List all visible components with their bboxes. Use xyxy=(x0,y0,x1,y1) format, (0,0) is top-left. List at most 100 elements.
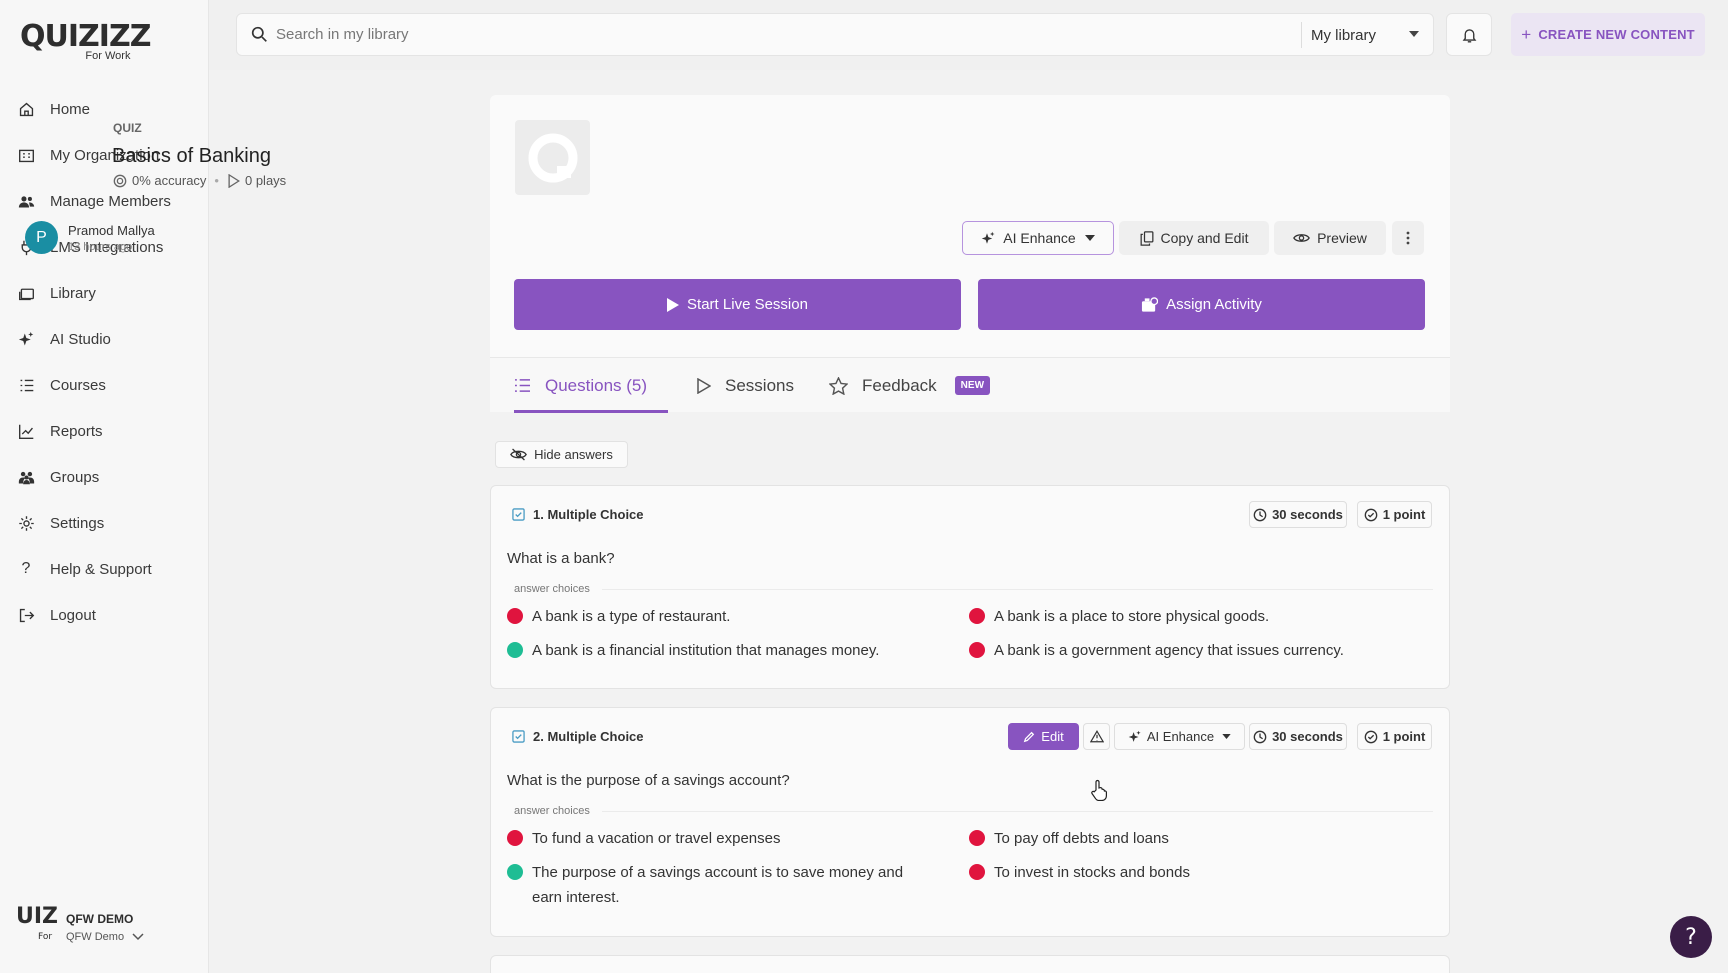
answer-choice: To pay off debts and loans xyxy=(969,826,1399,851)
clock-icon xyxy=(1253,508,1267,521)
checkbox-icon xyxy=(512,730,525,743)
sidebar-item-groups[interactable]: Groups xyxy=(0,454,209,500)
time-limit-badge[interactable]: 30 seconds xyxy=(1249,723,1347,750)
answer-choice-text: The purpose of a savings account is to s… xyxy=(532,864,904,906)
hide-answers-label: Hide answers xyxy=(534,447,613,462)
sidebar-item-label: Library xyxy=(50,284,96,302)
incorrect-indicator xyxy=(969,642,985,658)
correct-indicator xyxy=(507,864,523,880)
library-scope-label: My library xyxy=(1311,26,1377,44)
answer-choice-text: To fund a vacation or travel expenses xyxy=(532,830,781,847)
avatar[interactable]: P xyxy=(25,221,58,254)
caret-down-icon xyxy=(1084,235,1095,241)
answer-choices-label: answer choices xyxy=(507,805,1433,817)
sidebar-item-logout[interactable]: Logout xyxy=(0,592,209,638)
pencil-icon xyxy=(1023,731,1035,742)
tab-sessions[interactable]: Sessions xyxy=(697,358,794,413)
organization-name: QFW DEMO xyxy=(66,911,134,926)
organization-logo-sub: For xyxy=(38,932,53,942)
answer-choice: To invest in stocks and bonds xyxy=(969,860,1399,885)
sparkle-icon xyxy=(982,231,995,244)
sparkle-icon xyxy=(1128,730,1141,742)
answer-choice: A bank is a financial institution that m… xyxy=(507,638,937,663)
answer-choices-label: answer choices xyxy=(507,583,1433,595)
sidebar-item-help-support[interactable]: ? Help & Support xyxy=(0,546,209,592)
updated-time: 13 hours ago xyxy=(68,240,133,253)
sidebar-item-label: Settings xyxy=(50,514,105,532)
assign-activity-label: Assign Activity xyxy=(1166,296,1262,313)
notifications-button[interactable] xyxy=(1446,13,1492,56)
points-badge[interactable]: 1 point xyxy=(1357,723,1432,750)
preview-button[interactable]: Preview xyxy=(1274,221,1386,255)
quizizz-logo[interactable]: QUIZIZZ For Work xyxy=(20,22,151,63)
question-type-label: 2. Multiple Choice xyxy=(533,729,644,744)
sidebar-item-label: Manage Members xyxy=(50,192,171,210)
incorrect-indicator xyxy=(969,864,985,880)
ai-enhance-question-button[interactable]: AI Enhance xyxy=(1114,723,1245,750)
search-input[interactable] xyxy=(276,26,1276,43)
organization-switcher[interactable]: UIZI For QFW DEMO QFW Demo xyxy=(16,906,144,948)
accuracy-icon xyxy=(113,174,127,187)
plays-text: 0 plays xyxy=(244,173,287,188)
sidebar-item-home[interactable]: Home xyxy=(0,86,209,132)
check-circle-icon xyxy=(1364,508,1378,521)
question-card: 1. Multiple Choice 30 seconds 1 point Wh… xyxy=(490,485,1450,689)
assign-activity-button[interactable]: Assign Activity xyxy=(978,279,1425,330)
caret-down-icon xyxy=(1222,734,1231,739)
hide-answers-button[interactable]: Hide answers xyxy=(495,441,628,468)
clock-icon xyxy=(1253,730,1267,743)
incorrect-indicator xyxy=(969,608,985,624)
star-icon xyxy=(829,376,848,395)
correct-indicator xyxy=(507,642,523,658)
create-new-content-button[interactable]: + CREATE NEW CONTENT xyxy=(1511,13,1705,56)
more-options-button[interactable] xyxy=(1392,221,1424,255)
members-icon xyxy=(16,191,36,211)
new-badge: NEW xyxy=(954,376,991,395)
sidebar-item-label: AI Studio xyxy=(50,330,111,348)
sidebar-item-reports[interactable]: Reports xyxy=(0,408,209,454)
logout-icon xyxy=(16,605,36,625)
content-tabs: Questions (5) Sessions Feedback NEW xyxy=(490,357,1450,413)
copy-icon xyxy=(1140,230,1153,246)
time-limit-badge[interactable]: 30 seconds xyxy=(1249,501,1347,528)
ai-enhance-label: AI Enhance xyxy=(1003,230,1076,246)
organization-icon xyxy=(16,145,36,165)
sidebar-item-label: Reports xyxy=(50,422,103,440)
sidebar-item-courses[interactable]: Courses xyxy=(0,362,209,408)
organization-account: QFW Demo xyxy=(66,930,125,943)
incorrect-indicator xyxy=(969,830,985,846)
answer-choice: To fund a vacation or travel expenses xyxy=(507,826,937,851)
edit-label: Edit xyxy=(1041,729,1064,744)
tab-questions[interactable]: Questions (5) xyxy=(514,358,668,413)
edit-question-button[interactable]: Edit xyxy=(1008,723,1079,750)
start-live-session-label: Start Live Session xyxy=(687,296,808,313)
question-text: What is a bank? xyxy=(507,550,615,567)
author-info: P Pramod Mallya 13 hours ago xyxy=(25,221,155,254)
copy-and-edit-button[interactable]: Copy and Edit xyxy=(1119,221,1269,255)
chart-icon xyxy=(16,421,36,441)
sidebar-item-library[interactable]: Library xyxy=(0,270,209,316)
sidebar-item-label: Help & Support xyxy=(50,560,152,578)
accuracy-text: 0% accuracy xyxy=(132,173,207,188)
groups-icon xyxy=(16,467,36,487)
start-live-session-button[interactable]: Start Live Session xyxy=(514,279,961,330)
author-name[interactable]: Pramod Mallya xyxy=(68,223,155,238)
copy-and-edit-label: Copy and Edit xyxy=(1160,230,1249,246)
gear-icon xyxy=(16,513,36,533)
incorrect-indicator xyxy=(507,830,523,846)
tab-feedback[interactable]: Feedback NEW xyxy=(829,358,991,413)
points-badge[interactable]: 1 point xyxy=(1357,501,1432,528)
sidebar-item-ai-studio[interactable]: AI Studio xyxy=(0,316,209,362)
sidebar-item-settings[interactable]: Settings xyxy=(0,500,209,546)
library-scope-select[interactable]: My library xyxy=(1301,22,1433,48)
sidebar-item-label: Home xyxy=(50,100,91,118)
answer-choice: A bank is a government agency that issue… xyxy=(969,638,1399,663)
help-chat-button[interactable]: ? xyxy=(1670,916,1712,958)
chevron-down-icon xyxy=(132,932,144,940)
assign-icon xyxy=(1142,296,1159,312)
ai-enhance-question-label: AI Enhance xyxy=(1146,729,1215,744)
list-icon xyxy=(515,379,530,392)
report-issue-button[interactable] xyxy=(1083,723,1110,750)
ai-enhance-button[interactable]: AI Enhance xyxy=(962,221,1114,255)
quiz-title: Basics of Banking xyxy=(112,145,271,167)
